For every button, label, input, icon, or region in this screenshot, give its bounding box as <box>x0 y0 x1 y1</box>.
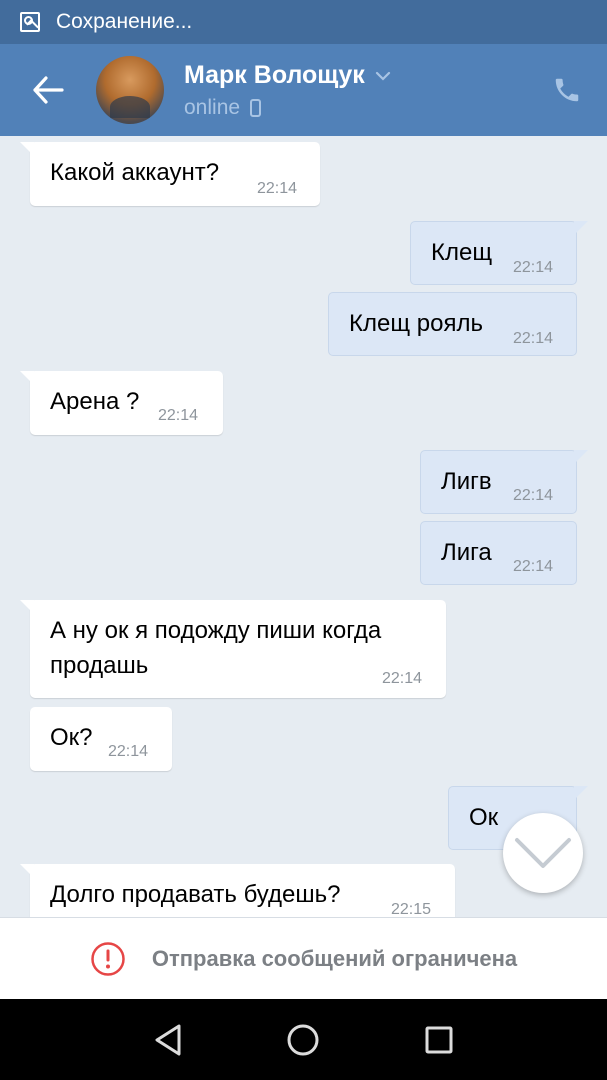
message-bubble[interactable]: Долго продавать будешь? 22:15 <box>20 864 455 917</box>
warning-icon <box>91 941 125 976</box>
message-bubble[interactable]: Клещ 22:14 <box>410 221 588 285</box>
message-bubble[interactable]: Ок? 22:14 <box>30 707 172 771</box>
message-text-line-1: А ну ок я подожду пиши когда <box>50 617 382 644</box>
chevron-down-icon <box>515 838 571 868</box>
message-text: Арена ? <box>50 388 140 415</box>
triangle-back-icon <box>155 1024 181 1055</box>
status-bar: Сохранение... <box>0 0 607 44</box>
message-text-line-2: продашь <box>50 652 149 679</box>
message-text: Ок? <box>50 724 93 751</box>
recents-nav-button[interactable] <box>409 1010 469 1070</box>
chat-header: Марк Волощук online <box>0 44 607 136</box>
message-bubble[interactable]: А ну ок я подожду пиши когда продашь 22:… <box>20 600 446 698</box>
online-status: online <box>184 95 241 119</box>
home-nav-button[interactable] <box>273 1010 333 1070</box>
message-time: 22:15 <box>391 901 432 917</box>
message-text: Клещ <box>431 239 493 266</box>
mobile-icon <box>250 98 262 117</box>
message-text: Какой аккаунт? <box>50 159 220 186</box>
message-text: Ок <box>469 804 499 831</box>
arrow-left-icon <box>33 76 64 104</box>
message-text: Долго продавать будешь? <box>50 881 341 908</box>
avatar[interactable] <box>96 56 164 124</box>
circle-home-icon <box>287 1024 319 1055</box>
message-bubble[interactable]: Клещ рояль 22:14 <box>328 292 577 356</box>
image-icon <box>20 12 40 32</box>
square-recents-icon <box>425 1026 453 1053</box>
message-time: 22:14 <box>513 487 554 504</box>
message-bubble[interactable]: Лига 22:14 <box>420 521 577 585</box>
message-text: Клещ рояль <box>349 310 483 337</box>
message-bubble[interactable]: Лигв 22:14 <box>420 450 588 514</box>
status-text: Сохранение... <box>56 10 193 33</box>
message-time: 22:14 <box>513 259 554 276</box>
message-time: 22:14 <box>513 330 554 347</box>
message-text: Лига <box>441 539 492 566</box>
message-list[interactable]: Какой аккаунт? 22:14 Клещ 22:14 Клещ роя… <box>0 136 607 917</box>
message-bubble[interactable]: Арена ? 22:14 <box>20 371 223 435</box>
back-nav-button[interactable] <box>138 1010 198 1070</box>
scroll-down-button[interactable] <box>503 813 583 893</box>
restriction-text: Отправка сообщений ограничена <box>151 945 518 971</box>
chevron-down-icon <box>375 71 390 81</box>
message-bubble[interactable]: Какой аккаунт? 22:14 <box>20 142 320 206</box>
contact-info[interactable]: Марк Волощук online <box>184 61 527 120</box>
message-time: 22:14 <box>158 407 199 424</box>
contact-name: Марк Волощук <box>184 60 365 89</box>
back-button[interactable] <box>0 44 96 136</box>
message-time: 22:14 <box>513 558 554 575</box>
phone-icon <box>555 78 579 102</box>
messaging-restricted-bar: Отправка сообщений ограничена <box>0 917 607 999</box>
message-text: Лигв <box>441 468 492 495</box>
system-nav-bar <box>0 999 607 1080</box>
message-time: 22:14 <box>108 743 149 760</box>
message-time: 22:14 <box>257 180 298 197</box>
call-button[interactable] <box>527 44 607 136</box>
message-time: 22:14 <box>382 670 423 687</box>
